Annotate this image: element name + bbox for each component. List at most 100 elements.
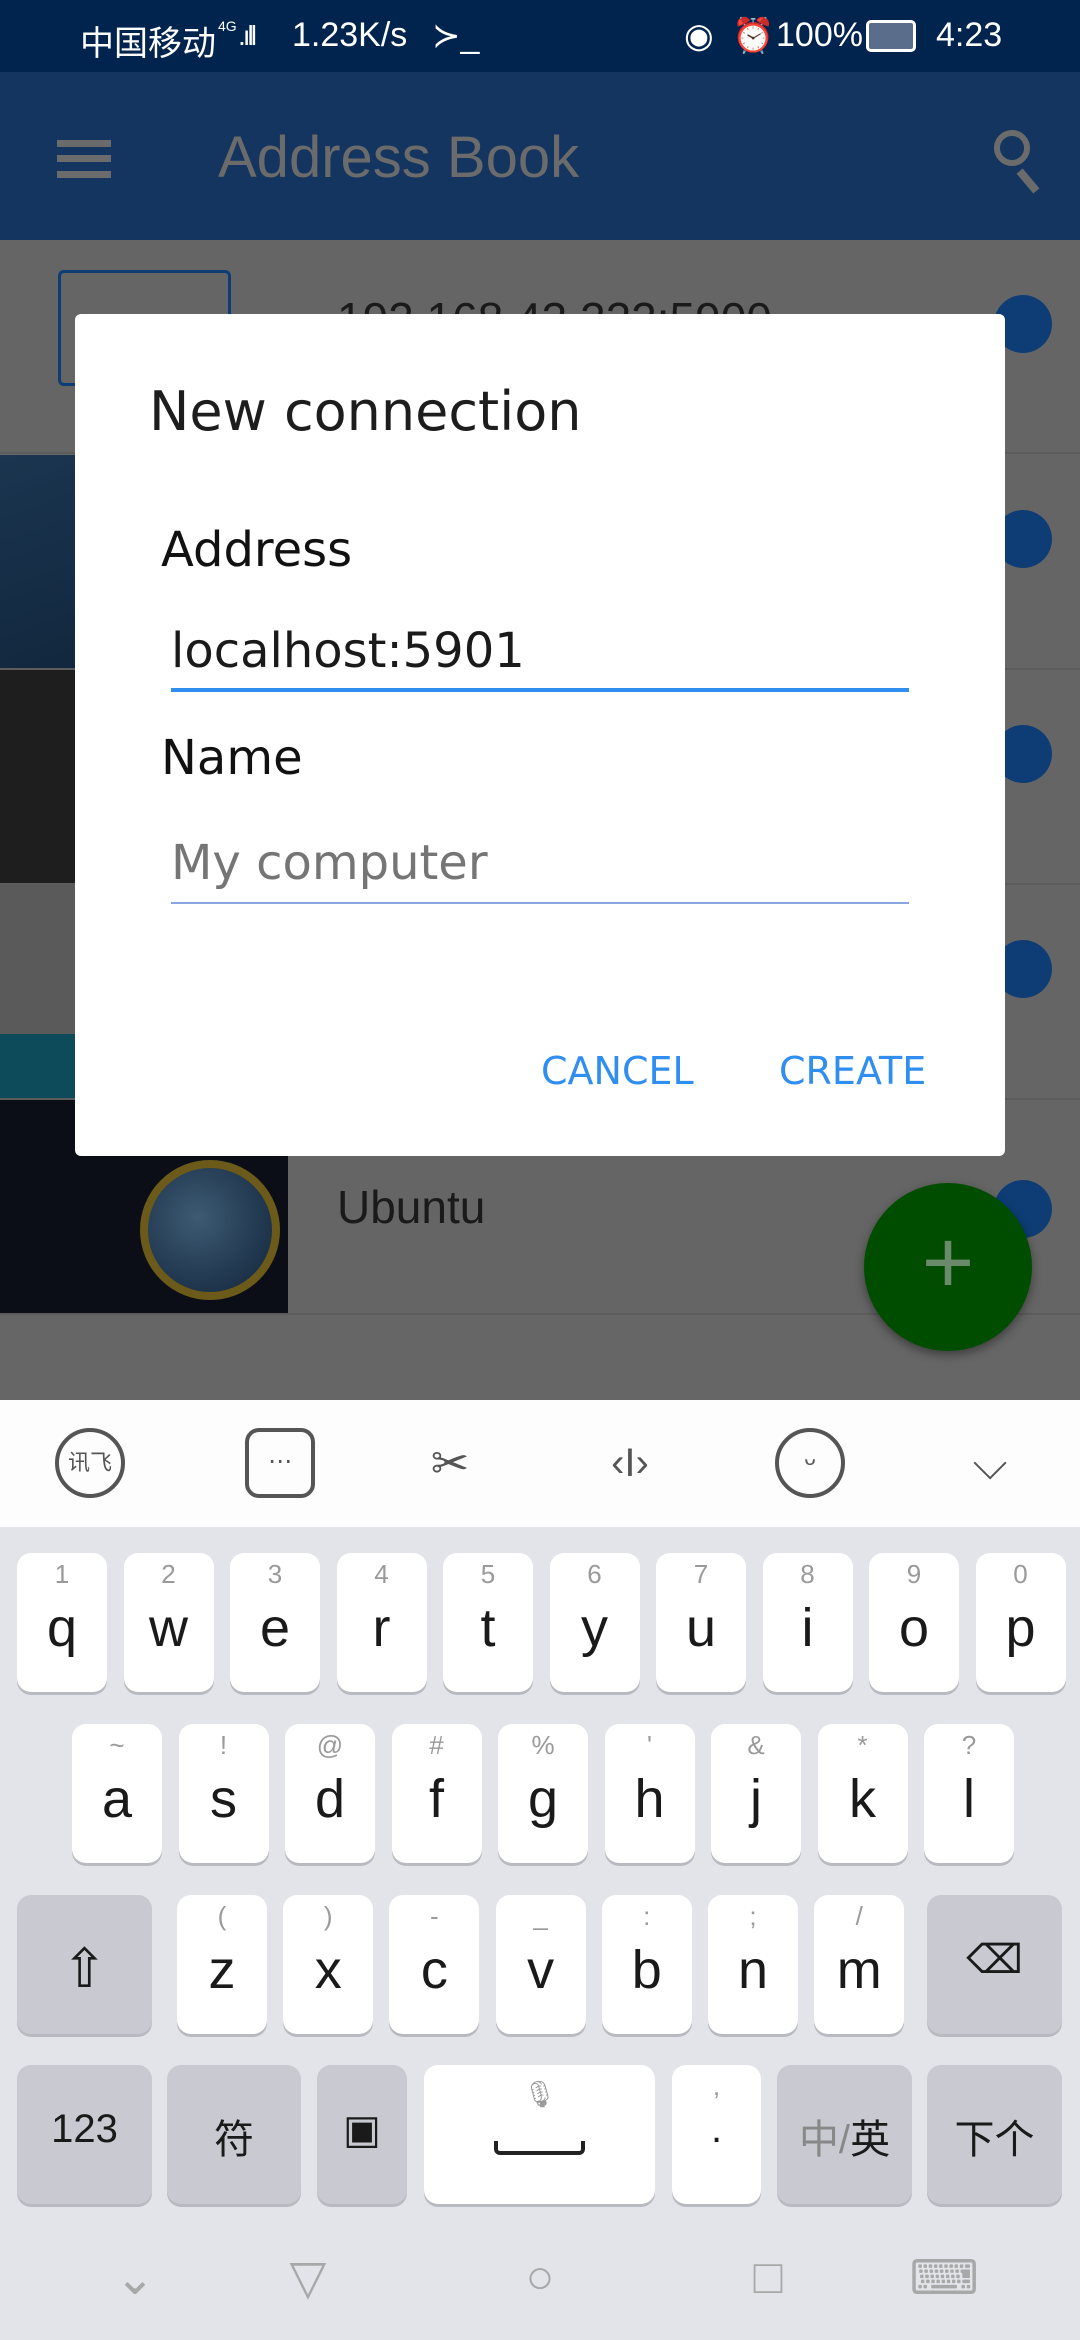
hamburger-icon[interactable] (57, 140, 111, 178)
key-y[interactable]: 6y (549, 1553, 640, 1692)
recents-icon[interactable]: □ (733, 2250, 803, 2314)
key-b[interactable]: :b (601, 1895, 692, 2034)
key-primary: u (685, 1598, 717, 1658)
key-j[interactable]: & j (711, 1724, 801, 1863)
battery-icon (866, 20, 916, 52)
key-i[interactable]: 8i (762, 1553, 853, 1692)
key-m[interactable]: / m (814, 1895, 905, 2034)
keyboard-layout-icon[interactable]: ⋯ (245, 1428, 315, 1498)
backspace-icon: ⌫ (966, 1938, 1023, 1982)
key-primary: x (314, 1940, 342, 2000)
symbols-key[interactable]: 符 (167, 2065, 301, 2204)
key-primary: m (836, 1940, 882, 2000)
key-w[interactable]: 2w (123, 1553, 214, 1692)
key-secondary: / (855, 1901, 863, 1931)
key-secondary: , (712, 2071, 721, 2101)
alarm-icon: ⏰ (732, 17, 775, 55)
key-secondary: ) (323, 1901, 333, 1931)
key-h[interactable]: ' h (604, 1724, 695, 1863)
cancel-button[interactable]: CANCEL (541, 1049, 694, 1093)
scissors-icon[interactable]: ✂ (415, 1428, 485, 1498)
create-button[interactable]: CREATE (779, 1049, 926, 1093)
key-v[interactable]: _ v (495, 1895, 586, 2034)
status-bar: 中国移动 4G .ıll 1.23K/s ≻_ ◉ ⏰ 100% 4:23 (0, 0, 1080, 72)
numbers-key[interactable]: 123 (17, 2065, 152, 2204)
back-icon[interactable]: ▽ (273, 2250, 343, 2314)
language-key[interactable]: 中/英 (777, 2065, 912, 2204)
network-type: 4G (218, 18, 237, 34)
next-key[interactable]: 下个 (927, 2065, 1062, 2204)
key-primary: z (208, 1940, 236, 2000)
cursor-icon[interactable]: ‹I› (595, 1428, 665, 1498)
collapse-icon[interactable]: ⌵ (955, 1428, 1025, 1498)
key-g[interactable]: % g (498, 1724, 588, 1863)
lang-en: 英 (850, 2118, 891, 2162)
key-primary: d (314, 1769, 346, 1829)
key-r[interactable]: 4r (336, 1553, 427, 1692)
space-key[interactable]: 🎙 (424, 2065, 655, 2204)
key-e[interactable]: 3e (230, 1553, 320, 1692)
key-secondary: % (531, 1730, 555, 1760)
key-label: 123 (51, 2107, 118, 2151)
clock: 4:23 (936, 16, 1003, 54)
backspace-key[interactable]: ⌫ (927, 1895, 1062, 2034)
key-f[interactable]: # f (391, 1724, 482, 1863)
ifly-icon[interactable]: 讯飞 (55, 1428, 125, 1498)
lang-zh: 中/ (798, 2118, 851, 2162)
name-input[interactable] (171, 824, 909, 904)
key-secondary: - (430, 1901, 439, 1931)
key-secondary: ? (961, 1730, 977, 1760)
key-secondary: 2 (161, 1559, 176, 1589)
key-secondary: : (643, 1901, 651, 1931)
emoji-icon[interactable]: ᵕ (775, 1428, 845, 1498)
address-input[interactable] (171, 614, 909, 692)
keyboard-icon[interactable]: ⌨ (909, 2250, 979, 2314)
key-primary: . (710, 2107, 723, 2151)
key-primary: g (527, 1769, 559, 1829)
key-label: 下个 (954, 2118, 1035, 2162)
key-l[interactable]: ? l (924, 1724, 1014, 1863)
terminal-icon: ≻_ (432, 17, 480, 55)
key-a[interactable]: ~ a (72, 1724, 162, 1863)
key-secondary: ' (647, 1730, 652, 1760)
microphone-icon: 🎙 (522, 2079, 556, 2109)
key-primary: v (527, 1940, 555, 2000)
key-primary: l (963, 1769, 975, 1829)
key-t[interactable]: 5t (443, 1553, 533, 1692)
key-primary: s (210, 1769, 237, 1829)
home-icon[interactable]: ○ (505, 2250, 575, 2314)
new-connection-dialog: New connection Address Name CANCEL CREAT… (75, 314, 1005, 1156)
key-secondary: 4 (374, 1559, 389, 1589)
key-primary: w (149, 1598, 188, 1658)
signal-icon: .ıll (238, 20, 257, 51)
clipboard-key[interactable]: ▣ (317, 2065, 407, 2204)
hide-keyboard-icon[interactable]: ⌄ (100, 2250, 170, 2314)
key-secondary: # (429, 1730, 444, 1760)
eye-icon: ◉ (684, 17, 714, 55)
period-key[interactable]: ,. (672, 2065, 761, 2204)
shift-key[interactable]: ⇧ (17, 1895, 152, 2034)
search-icon[interactable] (994, 130, 1030, 166)
key-secondary: @ (316, 1730, 344, 1760)
key-secondary: ! (219, 1730, 228, 1760)
key-secondary: 0 (1013, 1559, 1028, 1589)
shift-icon: ⇧ (61, 1939, 108, 1999)
key-q[interactable]: 1q (17, 1553, 107, 1692)
key-secondary: ( (217, 1901, 227, 1931)
key-x[interactable]: ) x (283, 1895, 374, 2034)
key-secondary: 7 (693, 1559, 709, 1589)
key-n[interactable]: ; n (708, 1895, 798, 2034)
add-connection-button[interactable]: + (864, 1183, 1032, 1351)
key-p[interactable]: 0p (975, 1553, 1066, 1692)
key-primary: j (750, 1769, 762, 1829)
key-s[interactable]: ! s (178, 1724, 269, 1863)
key-k[interactable]: * k (817, 1724, 908, 1863)
key-primary: o (898, 1598, 930, 1658)
key-primary: c (420, 1940, 448, 2000)
key-primary: b (631, 1940, 662, 2000)
key-c[interactable]: -c (389, 1895, 480, 2034)
key-d[interactable]: @ d (285, 1724, 375, 1863)
key-z[interactable]: (z (177, 1895, 267, 2034)
key-u[interactable]: 7u (656, 1553, 746, 1692)
key-o[interactable]: 9o (869, 1553, 959, 1692)
